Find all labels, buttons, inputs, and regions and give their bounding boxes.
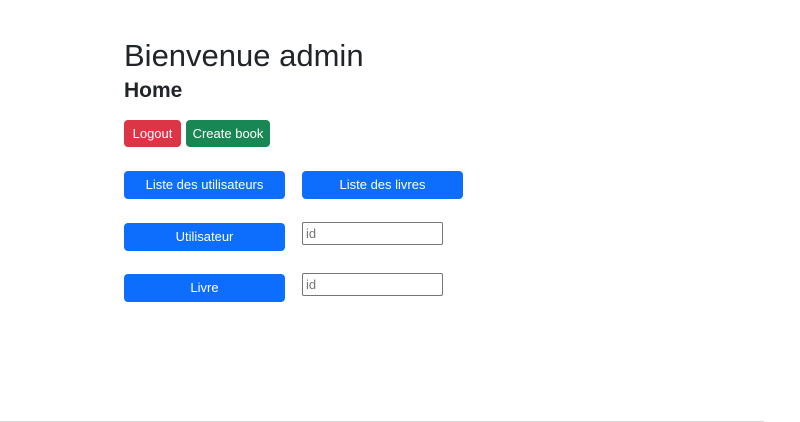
create-book-button[interactable]: Create book: [186, 120, 270, 147]
books-list-button[interactable]: Liste des livres: [302, 171, 463, 199]
page: Bienvenue admin Home Logout Create book …: [0, 0, 800, 422]
book-lookup-button[interactable]: Livre: [124, 274, 285, 302]
user-lookup-button[interactable]: Utilisateur: [124, 223, 285, 251]
welcome-heading: Bienvenue admin: [124, 38, 364, 73]
user-id-input[interactable]: [302, 222, 443, 245]
users-list-button[interactable]: Liste des utilisateurs: [124, 171, 285, 199]
book-id-input[interactable]: [302, 273, 443, 296]
logout-button[interactable]: Logout: [124, 120, 181, 147]
page-title: Home: [124, 79, 183, 102]
